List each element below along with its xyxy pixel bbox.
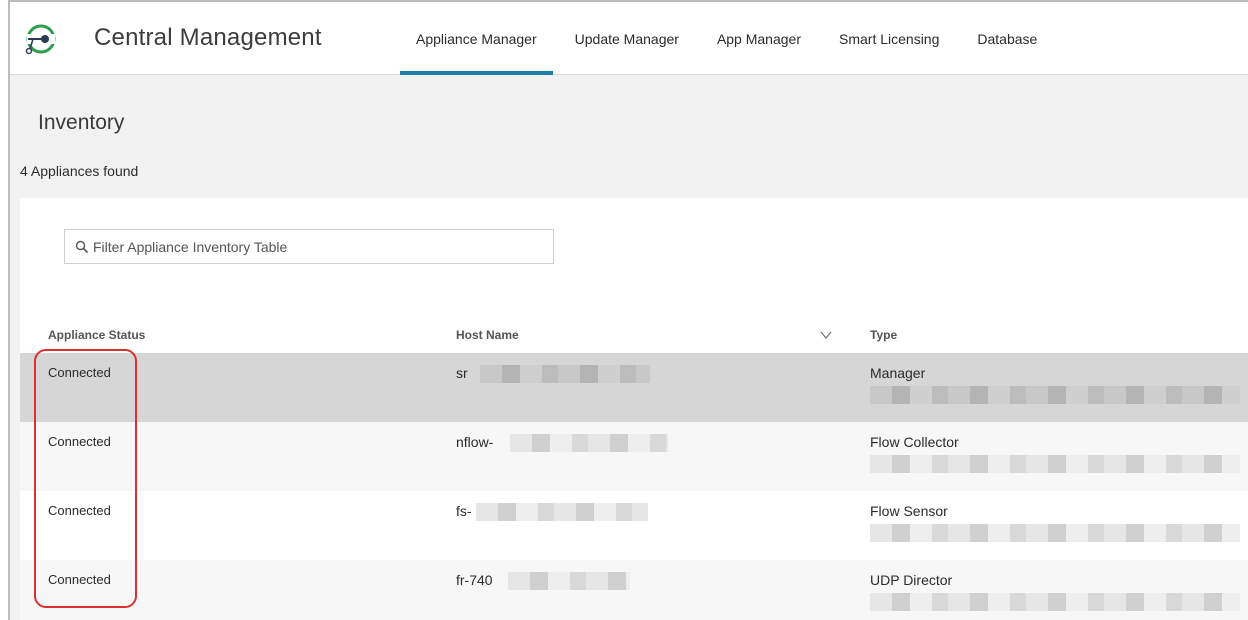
table-header: Appliance Status Host Name Type [20,324,1248,352]
redacted-detail [870,386,1240,404]
column-header-host-name[interactable]: Host Name [456,328,519,342]
tab-appliance-manager[interactable]: Appliance Manager [400,2,553,75]
column-header-appliance-status[interactable]: Appliance Status [48,328,145,342]
redacted-detail [870,593,1240,611]
app-window: Central Management Appliance Manager Upd… [8,0,1248,620]
redacted-host [508,572,630,590]
main-nav: Appliance Manager Update Manager App Man… [400,2,1075,75]
filter-input[interactable] [93,238,553,255]
type-cell: Flow Sensor [870,503,948,519]
table-row[interactable]: Connected sr Manager [20,353,1248,422]
top-navigation-bar: Central Management Appliance Manager Upd… [10,2,1248,75]
search-icon [75,240,89,253]
host-name-cell: nflow- [456,434,494,450]
page-title: Inventory [38,111,125,134]
appliance-count: 4 Appliances found [20,163,139,179]
tab-app-manager[interactable]: App Manager [717,2,801,75]
redacted-host [480,365,650,383]
host-name-cell: fs- [456,503,472,519]
column-header-type[interactable]: Type [870,328,897,342]
tab-database[interactable]: Database [977,2,1037,75]
table-row[interactable]: Connected nflow- Flow Collector [20,422,1248,491]
type-cell: Flow Collector [870,434,959,450]
table-row[interactable]: Connected fr-740 UDP Director [20,560,1248,620]
chevron-down-icon[interactable] [820,330,832,340]
redacted-host [510,434,668,452]
redacted-host [476,503,648,521]
redacted-detail [870,524,1240,542]
tab-smart-licensing[interactable]: Smart Licensing [839,2,939,75]
status-highlight-annotation [34,349,137,608]
host-name-cell: fr-740 [456,572,493,588]
table-row[interactable]: Connected fs- Flow Sensor [20,491,1248,560]
app-title: Central Management [94,24,322,51]
host-name-cell: sr [456,365,468,381]
cisco-logo-icon [25,24,56,55]
redacted-detail [870,455,1240,473]
tab-update-manager[interactable]: Update Manager [575,2,679,75]
filter-box[interactable] [64,229,554,264]
type-cell: Manager [870,365,926,381]
type-cell: UDP Director [870,572,953,588]
inventory-panel: Appliance Status Host Name Type Connecte… [20,198,1248,620]
